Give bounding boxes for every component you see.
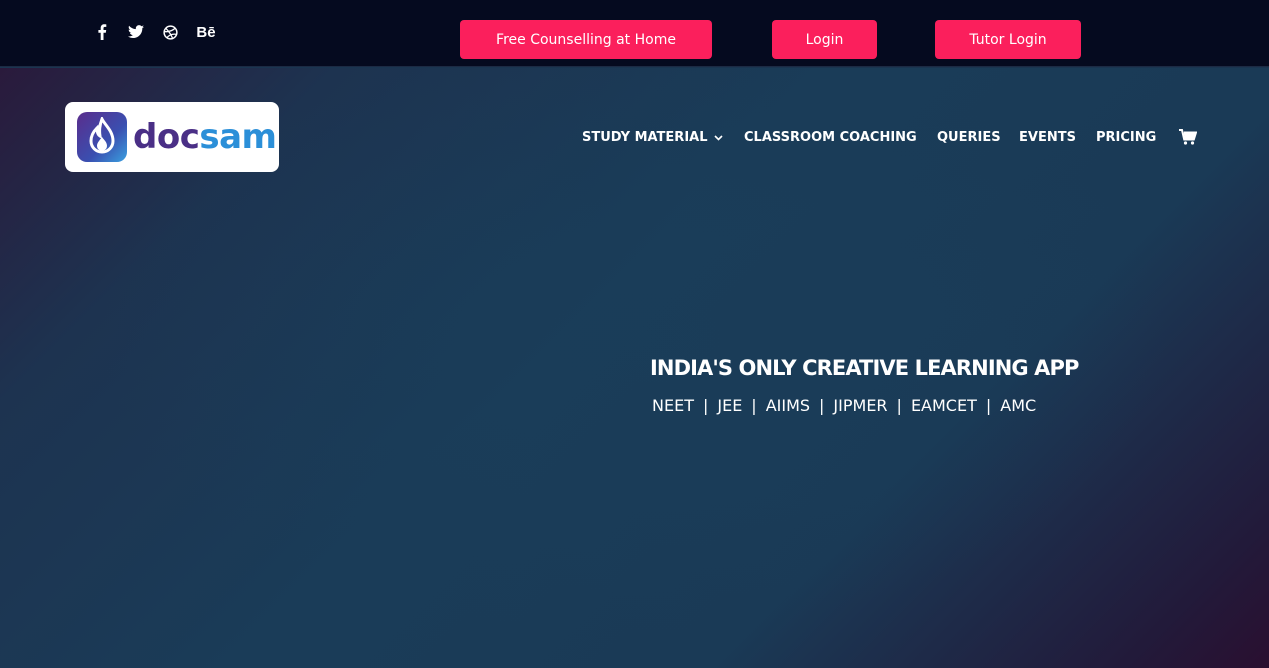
social-links: Bē: [92, 22, 218, 42]
exam-neet: NEET: [652, 396, 694, 415]
facebook-icon[interactable]: [92, 22, 112, 42]
flame-logo-icon: [77, 112, 127, 162]
nav-classroom-coaching[interactable]: CLASSROOM COACHING: [744, 128, 917, 146]
docsam-logo[interactable]: docsam: [65, 102, 279, 172]
login-button[interactable]: Login: [772, 20, 877, 59]
exam-aiims: AIIMS: [765, 396, 811, 415]
nav-events[interactable]: EVENTS: [1019, 128, 1076, 146]
hero-headline: INDIA'S ONLY CREATIVE LEARNING APP: [650, 356, 1079, 380]
cart-icon[interactable]: [1179, 128, 1197, 146]
logo-wordmark: docsam: [133, 117, 277, 157]
exam-separator: |: [819, 396, 825, 415]
twitter-icon[interactable]: [126, 22, 146, 42]
exam-jee: JEE: [717, 396, 743, 415]
nav-pricing[interactable]: PRICING: [1096, 128, 1156, 146]
exam-amc: AMC: [1000, 396, 1037, 415]
nav-queries[interactable]: QUERIES: [937, 128, 1001, 146]
exam-jipmer: JIPMER: [833, 396, 888, 415]
top-bar: Bē Free Counselling at Home Login Tutor …: [0, 0, 1269, 67]
logo-text-doc: doc: [133, 117, 200, 157]
exam-separator: |: [896, 396, 902, 415]
behance-icon[interactable]: Bē: [194, 22, 218, 42]
chevron-down-icon: [713, 130, 723, 145]
nav-study-material-label: STUDY MATERIAL: [582, 129, 708, 145]
exam-separator: |: [985, 396, 992, 415]
exam-separator: |: [702, 396, 709, 415]
exam-separator: |: [751, 396, 757, 415]
dribbble-icon[interactable]: [160, 22, 180, 42]
tutor-login-button[interactable]: Tutor Login: [935, 20, 1081, 59]
logo-text-sam: sam: [199, 117, 277, 157]
free-counselling-button[interactable]: Free Counselling at Home: [460, 20, 712, 59]
nav-study-material[interactable]: STUDY MATERIAL: [582, 128, 723, 146]
exam-eamcet: EAMCET: [910, 396, 977, 415]
exam-list: NEET | JEE | AIIMS | JIPMER | EAMCET | A…: [652, 396, 1036, 415]
